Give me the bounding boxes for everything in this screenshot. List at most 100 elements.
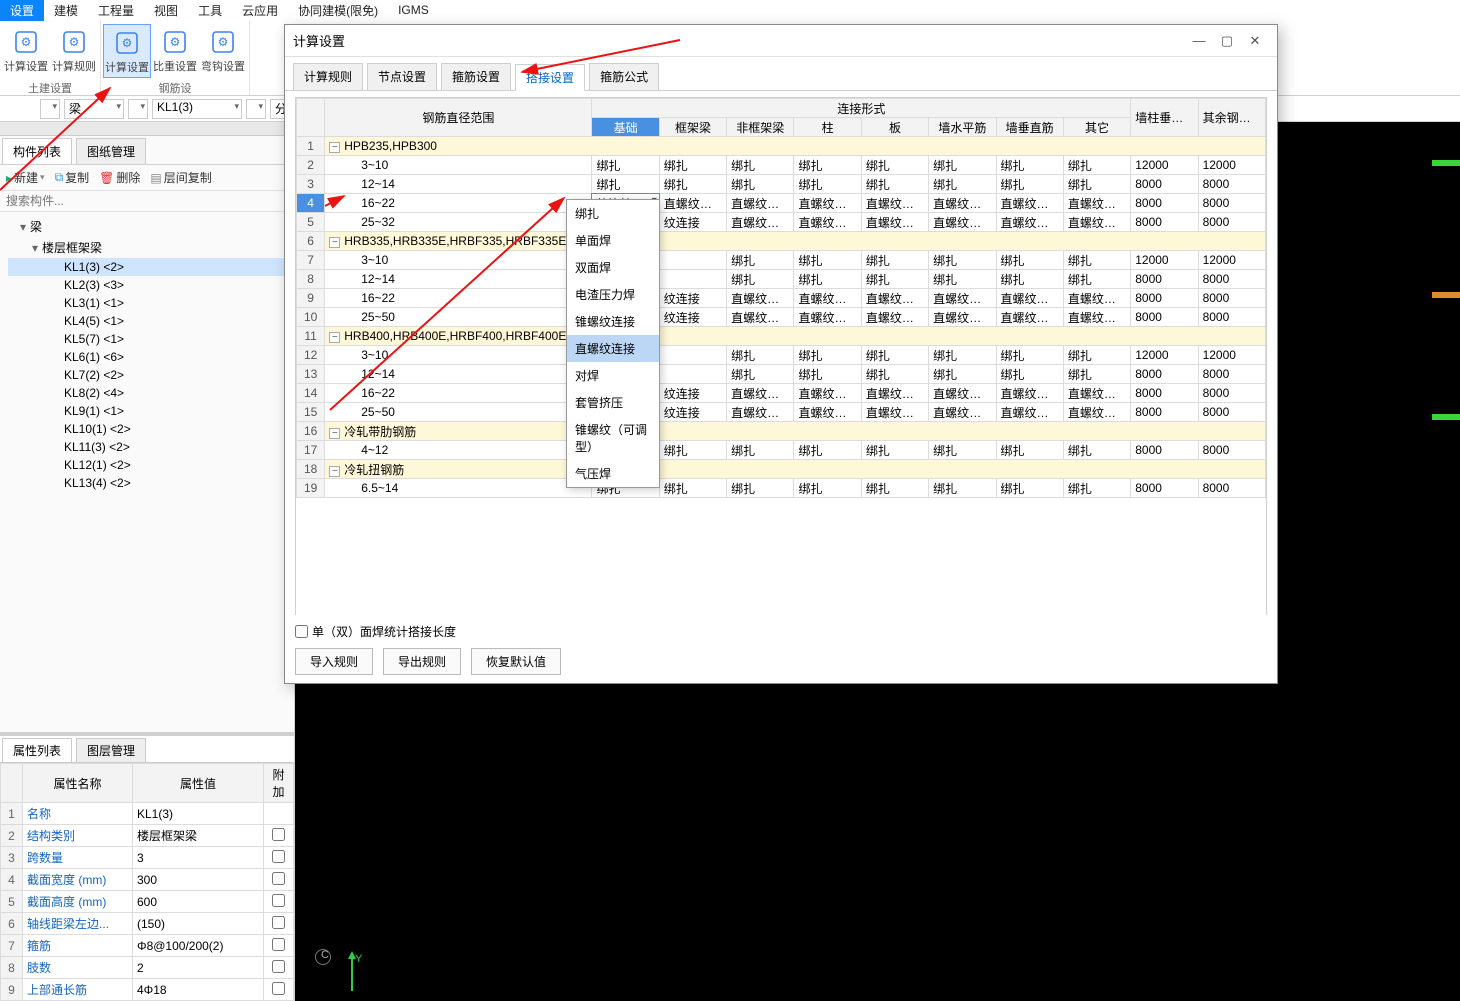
conn-cell[interactable]: 绑扎 <box>794 175 861 194</box>
conn-cell[interactable]: 8000 <box>1198 308 1265 327</box>
collapse-icon[interactable]: − <box>329 142 340 153</box>
prop-addl[interactable] <box>264 803 294 825</box>
conn-cell[interactable]: 直螺纹连接 <box>727 403 794 422</box>
col-sub-header[interactable]: 墙垂直筋 <box>996 118 1063 137</box>
tree-item[interactable]: KL6(1) <6> <box>8 348 286 366</box>
reset-defaults-button[interactable]: 恢复默认值 <box>471 648 561 675</box>
conn-cell[interactable]: 绑扎 <box>929 441 996 460</box>
dropdown-item[interactable]: 直螺纹连接 <box>567 335 659 362</box>
conn-cell[interactable]: 绑扎 <box>929 479 996 498</box>
conn-cell[interactable]: 绑扎 <box>996 270 1063 289</box>
conn-cell[interactable]: 8000 <box>1131 175 1198 194</box>
conn-cell[interactable]: 直螺纹连接 <box>727 308 794 327</box>
conn-cell[interactable]: 直螺纹连接 <box>861 384 928 403</box>
conn-cell[interactable]: 直螺纹连接 <box>1063 308 1130 327</box>
conn-cell[interactable]: 8000 <box>1198 441 1265 460</box>
row-index[interactable]: 12 <box>297 346 325 365</box>
conn-cell[interactable]: 绑扎 <box>794 270 861 289</box>
conn-cell[interactable]: 绑扎 <box>659 175 726 194</box>
conn-cell[interactable]: 直螺纹连接 <box>794 308 861 327</box>
tree-root[interactable]: ▾梁 <box>8 216 286 237</box>
row-index[interactable]: 11 <box>297 327 325 346</box>
conn-cell[interactable]: 绑扎 <box>659 156 726 175</box>
conn-cell[interactable]: 8000 <box>1131 308 1198 327</box>
range-cell[interactable]: 4~12 <box>325 441 592 460</box>
conn-cell[interactable]: 绑扎 <box>1063 156 1130 175</box>
range-cell[interactable]: 25~50 <box>325 403 592 422</box>
col-sub-header[interactable]: 框架梁 <box>659 118 726 137</box>
conn-cell[interactable]: 直螺纹连接 <box>929 194 996 213</box>
import-rules-button[interactable]: 导入规则 <box>295 648 373 675</box>
dropdown-item[interactable]: 气压焊 <box>567 460 659 487</box>
conn-cell[interactable]: 12000 <box>1131 251 1198 270</box>
dropdown-item[interactable]: 电渣压力焊 <box>567 281 659 308</box>
tree-item[interactable]: KL12(1) <2> <box>8 456 286 474</box>
prop-addl[interactable] <box>264 869 294 891</box>
conn-cell[interactable]: 直螺纹连接 <box>794 289 861 308</box>
layer-copy-button[interactable]: ▤层间复制 <box>150 169 211 186</box>
conn-cell[interactable]: 直螺纹连接 <box>929 403 996 422</box>
conn-cell[interactable]: 直螺纹连接 <box>929 289 996 308</box>
range-cell[interactable]: 25~50 <box>325 308 592 327</box>
conn-cell[interactable]: 直螺纹连接 <box>1063 384 1130 403</box>
conn-cell[interactable]: 绑扎 <box>929 175 996 194</box>
conn-cell[interactable]: 8000 <box>1131 403 1198 422</box>
conn-cell[interactable]: 12000 <box>1131 346 1198 365</box>
prop-value[interactable]: 3 <box>133 847 264 869</box>
range-cell[interactable]: 25~32 <box>325 213 592 232</box>
tree-group[interactable]: ▾楼层框架梁 <box>8 237 286 258</box>
menu-item[interactable]: 建模 <box>44 0 88 21</box>
range-group[interactable]: −HRB400,HRB400E,HRBF400,HRBF400E,RR... <box>325 327 1266 346</box>
minimize-icon[interactable]: — <box>1185 33 1213 48</box>
dialog-tab[interactable]: 箍筋设置 <box>441 63 511 90</box>
conn-cell[interactable]: 绑扎 <box>794 365 861 384</box>
prop-value[interactable]: (150) <box>133 913 264 935</box>
menu-item[interactable]: IGMS <box>388 1 439 19</box>
conn-cell[interactable]: 直螺纹连接 <box>996 384 1063 403</box>
dropdown-item[interactable]: 双面焊 <box>567 254 659 281</box>
range-cell[interactable]: 16~22 <box>325 289 592 308</box>
row-index[interactable]: 15 <box>297 403 325 422</box>
splice-table[interactable]: 钢筋直径范围连接形式墙柱垂直筋定尺其余钢筋定尺基础框架梁非框架梁柱板墙水平筋墙垂… <box>296 98 1266 498</box>
prop-tab[interactable]: 图层管理 <box>76 738 146 762</box>
combo-empty-2[interactable] <box>128 99 148 119</box>
prop-addl[interactable] <box>264 847 294 869</box>
conn-cell[interactable]: 绑扎 <box>861 156 928 175</box>
conn-cell[interactable]: 直螺纹连接 <box>929 384 996 403</box>
conn-cell[interactable]: 绑扎 <box>727 270 794 289</box>
left-tab[interactable]: 构件列表 <box>2 138 72 164</box>
conn-cell[interactable]: 直螺纹连接 <box>727 384 794 403</box>
tree-item[interactable]: KL11(3) <2> <box>8 438 286 456</box>
col-sub-header[interactable]: 其它 <box>1063 118 1130 137</box>
dropdown-item[interactable]: 对焊 <box>567 362 659 389</box>
conn-cell[interactable]: 绑扎 <box>929 365 996 384</box>
conn-cell[interactable]: 绑扎 <box>727 365 794 384</box>
range-group[interactable]: −HPB235,HPB300 <box>325 137 1266 156</box>
dropdown-item[interactable]: 套管挤压 <box>567 389 659 416</box>
tree-item[interactable]: KL5(7) <1> <box>8 330 286 348</box>
menu-item[interactable]: 工具 <box>188 0 232 21</box>
row-index[interactable]: 10 <box>297 308 325 327</box>
range-cell[interactable]: 12~14 <box>325 270 592 289</box>
conn-cell[interactable]: 直螺纹连接 <box>861 403 928 422</box>
conn-cell[interactable]: 绑扎 <box>996 479 1063 498</box>
conn-cell[interactable]: 8000 <box>1198 175 1265 194</box>
conn-cell[interactable]: 绑扎 <box>659 479 726 498</box>
row-index[interactable]: 5 <box>297 213 325 232</box>
conn-cell[interactable] <box>659 251 726 270</box>
conn-cell[interactable]: 直螺纹连接 <box>996 213 1063 232</box>
conn-cell[interactable]: 绑扎 <box>929 270 996 289</box>
conn-cell[interactable]: 绑扎 <box>592 156 659 175</box>
conn-cell[interactable]: 绑扎 <box>996 365 1063 384</box>
prop-value[interactable]: KL1(3) <box>133 803 264 825</box>
row-index[interactable]: 3 <box>297 175 325 194</box>
combo-empty[interactable] <box>40 99 60 119</box>
conn-cell[interactable]: 绑扎 <box>794 156 861 175</box>
dropdown-item[interactable]: 绑扎 <box>567 200 659 227</box>
tree-item[interactable]: KL9(1) <1> <box>8 402 286 420</box>
row-index[interactable]: 9 <box>297 289 325 308</box>
range-group[interactable]: −冷轧带肋钢筋 <box>325 422 1266 441</box>
new-button[interactable]: ▸新建 ▾ <box>6 169 45 186</box>
combo-member[interactable]: KL1(3) <box>152 99 242 119</box>
dropdown-item[interactable]: 锥螺纹连接 <box>567 308 659 335</box>
